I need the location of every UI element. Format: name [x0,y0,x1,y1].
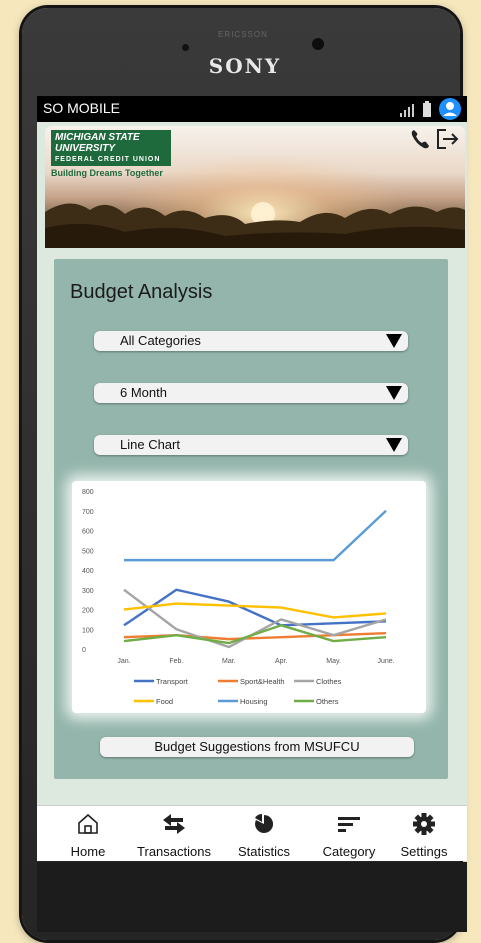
chart-type-dropdown[interactable]: Line Chart [94,435,408,455]
chevron-down-icon [386,386,402,400]
y-tick-label: 200 [82,608,94,615]
y-tick-label: 600 [82,529,94,536]
legend-label: Housing [240,697,268,706]
nav-label-transactions: Transactions [137,844,211,859]
y-tick-label: 300 [82,588,94,595]
x-tick-label: Apr. [275,658,288,665]
period-dropdown[interactable]: 6 Month [94,383,408,403]
nav-item-home[interactable]: Home [57,806,119,861]
page-title: Budget Analysis [70,281,213,303]
series-line-housing [124,509,387,562]
chevron-down-icon [386,334,402,348]
nav-label-category: Category [322,844,376,859]
phone-icon[interactable] [409,128,431,150]
carrier-name: SO MOBILE [43,100,121,116]
battery-icon [423,101,431,117]
nav-item-statistics[interactable]: Statistics [229,806,299,861]
line-chart: 0 100 200 300 400 500 600 700 800 Jan. Feb. Mar. Apr… [72,481,426,713]
chart-canvas: 0 100 200 300 400 500 600 700 800 Jan. Feb. Mar. Apr… [82,489,395,706]
budget-suggestions-button[interactable]: Budget Suggestions from MSUFCU [100,737,414,757]
phone-bottom-bezel [37,862,467,932]
legend-label: Transport [156,677,189,686]
nav-item-transactions[interactable]: Transactions [129,806,219,861]
x-tick-label: May. [326,658,341,665]
sort-icon [338,817,360,832]
x-tick-label: Feb. [169,658,183,665]
y-tick-label: 800 [82,489,94,496]
logout-icon[interactable] [435,127,461,151]
logo-subtext: FEDERAL CREDIT UNION [55,156,161,163]
chevron-down-icon [386,438,402,452]
msufcu-logo: MICHIGAN STATE UNIVERSITY FEDERAL CREDIT… [51,130,171,166]
x-tick-label: June. [377,658,394,665]
nav-item-category[interactable]: Category [314,806,384,861]
period-dropdown-value: 6 Month [120,385,167,400]
nav-label-statistics: Statistics [237,844,290,859]
header-banner: MICHIGAN STATE UNIVERSITY FEDERAL CREDIT… [45,126,465,248]
budget-panel: Budget Analysis All Categories 6 Month L… [54,259,448,779]
chart-type-dropdown-value: Line Chart [120,437,180,452]
y-tick-label: 500 [82,548,94,555]
x-tick-label: Jan. [117,658,130,665]
series-line-food [123,602,387,619]
y-tick-label: 0 [82,647,86,654]
y-tick-label: 400 [82,568,94,575]
legend-label: Others [316,697,339,706]
nav-label-home: Home [70,844,106,859]
legend-label: Clothes [316,677,342,686]
signal-icon [400,104,414,117]
device-brand: SONY [208,54,282,78]
category-dropdown-value: All Categories [120,333,201,348]
y-tick-label: 700 [82,509,94,516]
category-dropdown[interactable]: All Categories [94,331,408,351]
earpiece-label: ERICSSON [218,30,268,39]
bottom-nav: Home Transactions Statistics Category Se… [37,805,467,861]
legend-label: Sport&Health [240,677,285,686]
status-bar: SO MOBILE [37,96,467,122]
pie-chart-icon [255,813,274,833]
gear-icon [413,813,435,835]
y-tick-label: 100 [82,627,94,634]
nav-item-settings[interactable]: Settings [393,806,455,861]
logo-text: MICHIGAN STATE UNIVERSITY [55,132,140,154]
legend-label: Food [156,697,173,706]
proximity-sensor [182,44,189,51]
x-tick-label: Mar. [222,658,236,665]
account-icon[interactable] [438,97,462,121]
tagline: Building Dreams Together [51,168,163,178]
transfer-icon [163,814,185,834]
nav-label-settings: Settings [400,844,448,859]
app-screen: SO MOBILE MICHIGAN STATE UNIVERSITY FEDE… [37,96,467,861]
home-icon [78,813,98,834]
front-camera [312,38,324,50]
